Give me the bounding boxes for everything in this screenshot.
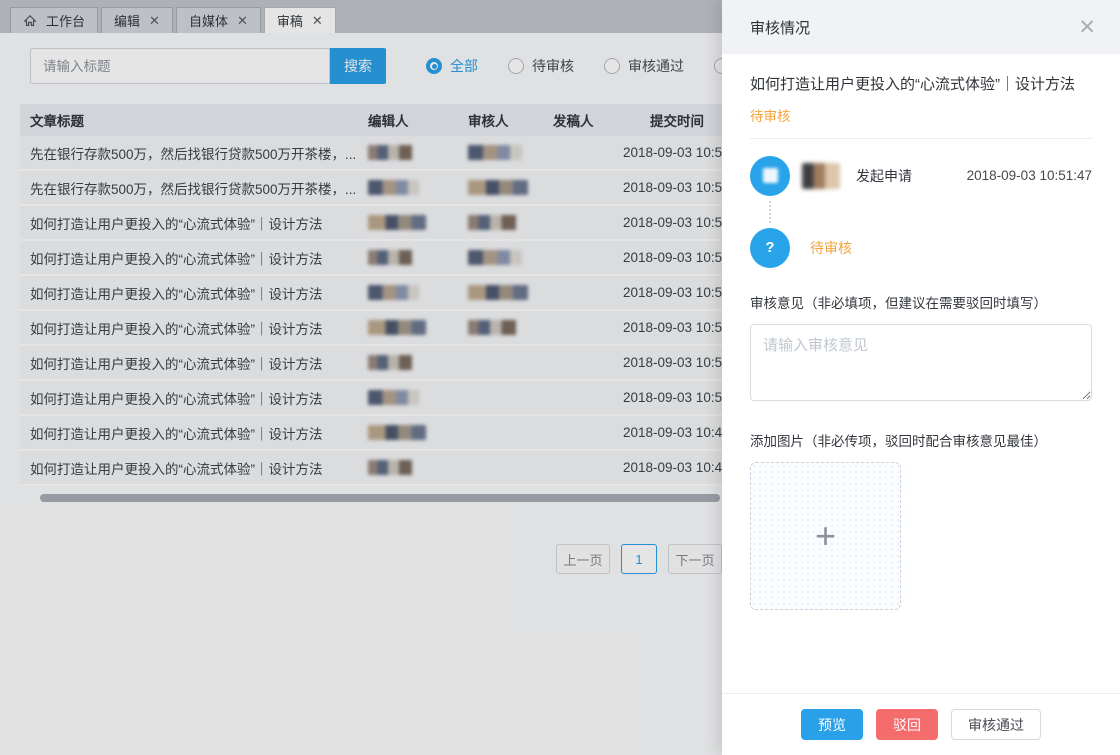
image-upload-dropzone[interactable]: + bbox=[750, 462, 901, 610]
pending-status-label: 待审核 bbox=[810, 238, 852, 258]
review-timeline: 发起申请 2018-09-03 10:51:47 ? 待审核 bbox=[750, 156, 1092, 268]
close-icon[interactable]: ✕ bbox=[1078, 17, 1096, 38]
timeline-action: 发起申请 bbox=[856, 166, 912, 186]
opinion-label: 审核意见（非必填项，但建议在需要驳回时填写） bbox=[750, 292, 1092, 312]
drawer-footer: 预览 驳回 审核通过 bbox=[722, 693, 1120, 755]
timeline-timestamp: 2018-09-03 10:51:47 bbox=[967, 168, 1092, 183]
timeline-connector bbox=[769, 201, 771, 223]
article-status-badge: 待审核 bbox=[750, 105, 1092, 125]
reject-button[interactable]: 驳回 bbox=[876, 709, 938, 740]
timeline-item-apply: 发起申请 2018-09-03 10:51:47 bbox=[750, 156, 1092, 196]
plus-icon: + bbox=[815, 518, 836, 554]
opinion-textarea[interactable] bbox=[750, 324, 1092, 401]
timeline-item-pending: ? 待审核 bbox=[750, 228, 1092, 268]
question-glyph: ? bbox=[765, 239, 774, 256]
apply-step-icon bbox=[750, 156, 790, 196]
drawer-title: 审核情况 bbox=[750, 17, 810, 38]
preview-button[interactable]: 预览 bbox=[801, 709, 863, 740]
approve-button[interactable]: 审核通过 bbox=[951, 709, 1041, 740]
divider bbox=[750, 138, 1092, 139]
question-icon: ? bbox=[750, 228, 790, 268]
upload-label: 添加图片（非必传项，驳回时配合审核意见最佳） bbox=[750, 430, 1092, 450]
article-title: 如何打造让用户更投入的“心流式体验”｜设计方法 bbox=[750, 74, 1092, 96]
redacted-applicant-avatar bbox=[802, 163, 840, 189]
review-drawer: 审核情况 ✕ 如何打造让用户更投入的“心流式体验”｜设计方法 待审核 发起申请 … bbox=[722, 0, 1120, 755]
user-edit-icon bbox=[763, 168, 778, 183]
drawer-body: 如何打造让用户更投入的“心流式体验”｜设计方法 待审核 发起申请 2018-09… bbox=[722, 54, 1120, 693]
drawer-header: 审核情况 ✕ bbox=[722, 0, 1120, 54]
